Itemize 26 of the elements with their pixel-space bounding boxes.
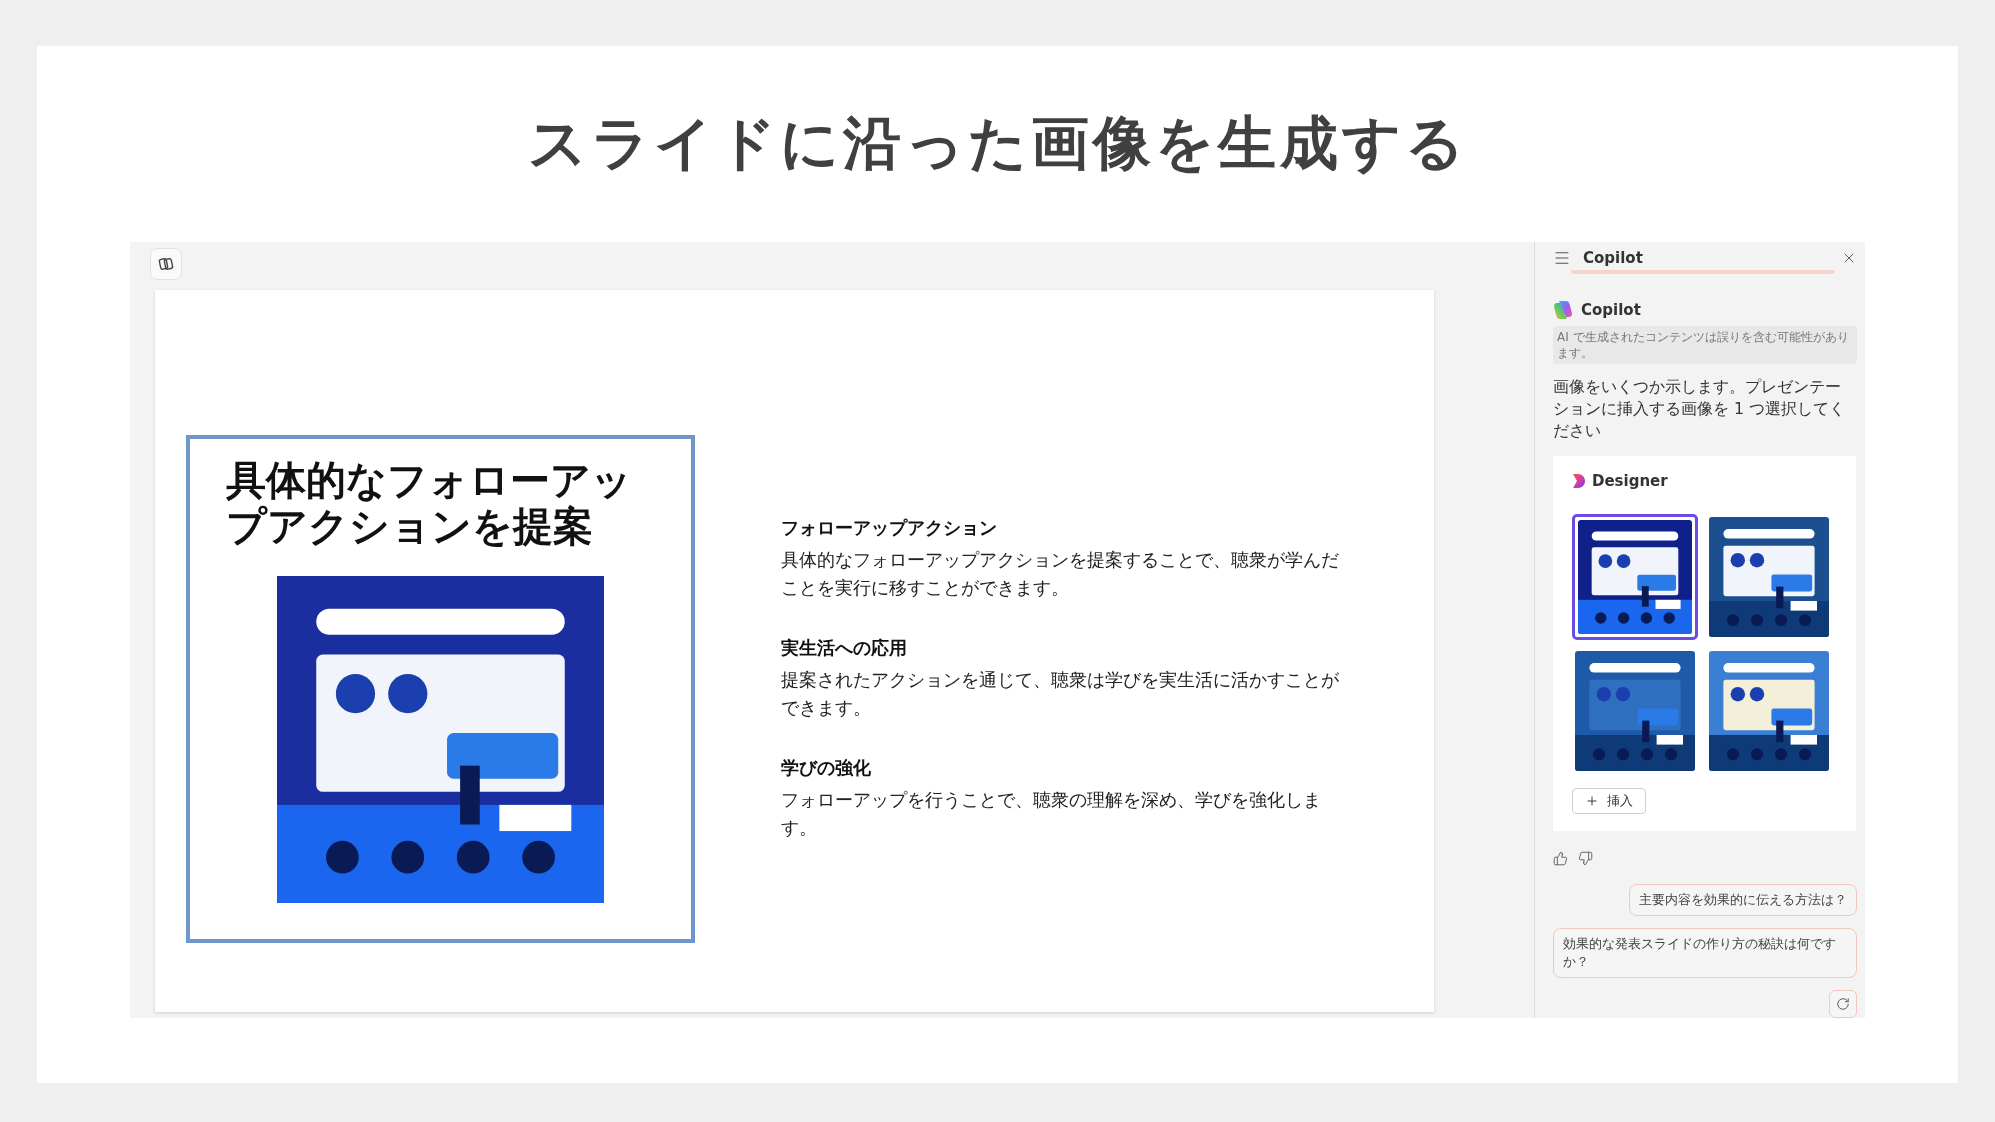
image-title: 具体的なフォローアップアクションを提案	[225, 457, 633, 549]
refresh-icon	[1836, 997, 1850, 1011]
panel-title: Copilot	[1583, 248, 1644, 267]
section-heading: フォローアップアクション	[781, 516, 998, 540]
assistant-message: 画像をいくつか示します。プレゼンテーションに挿入する画像を 1 つ選択してください	[1553, 376, 1846, 442]
suggestion-chip[interactable]: 主要内容を効果的に伝える方法は？	[1629, 884, 1857, 916]
agent-name: Copilot	[1581, 301, 1641, 319]
refresh-button[interactable]	[1829, 990, 1857, 1018]
section-body: 具体的なフォローアップアクションを提案することで、聴衆が学んだことを実行に移すことができます。	[781, 548, 1340, 600]
section-body: フォローアップを行うことで、聴衆の理解を深め、学びを強化します。	[781, 788, 1322, 840]
section-body: 提案されたアクションを通じて、聴衆は学びを実生活に活かすことができます。	[781, 668, 1340, 720]
designer-logo-icon	[1572, 473, 1586, 489]
designer-label: Designer	[1592, 472, 1668, 490]
thumbs-up-button[interactable]	[1553, 851, 1568, 866]
section-heading: 学びの強化	[781, 756, 872, 780]
overlap-icon	[158, 256, 174, 272]
thumbs-down-button[interactable]	[1578, 851, 1593, 866]
section-heading: 実生活への応用	[781, 636, 908, 660]
copilot-logo-icon	[1553, 300, 1573, 320]
page-title: スライドに沿った画像を生成する	[526, 108, 1469, 179]
insert-button[interactable]: 挿入	[1572, 788, 1646, 814]
toolbar-button[interactable]	[150, 248, 182, 280]
suggestion-chip[interactable]: 効果的な発表スライドの作り方の秘訣は何ですか？	[1553, 928, 1857, 978]
image-option[interactable]	[1572, 514, 1698, 640]
plus-icon	[1585, 794, 1599, 808]
ai-disclaimer: AI で生成されたコンテンツは誤りを含む可能性があります。	[1553, 326, 1857, 364]
